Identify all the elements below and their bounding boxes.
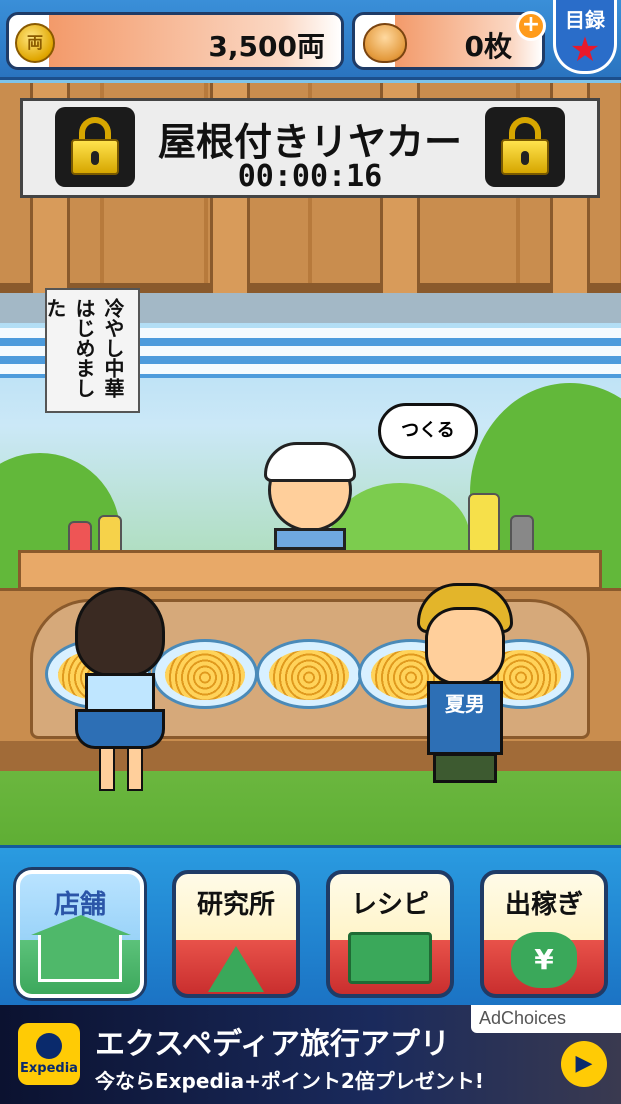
chopstick-holder <box>468 493 500 555</box>
ad-headline: エクスペディア旅行アプリ <box>95 1027 450 1062</box>
stall-sign: 屋根付きリヤカー 00:00:16 <box>20 98 600 198</box>
shop-button[interactable]: 店舗 <box>16 870 144 998</box>
chef-character[interactable] <box>262 438 358 550</box>
ad-subline: 今ならExpedia+ポイント2倍プレゼント! <box>95 1069 484 1093</box>
catalog-label: 目録 <box>565 8 605 32</box>
shop-scene: 屋根付きリヤカー 00:00:16 冷やし中華はじめました つくる 夏男 <box>0 83 621 845</box>
top-hud: 両 3,500両 0枚 + 目録 ★ <box>0 0 621 80</box>
noodle-plate[interactable] <box>256 639 362 709</box>
money-bag-icon: ¥ <box>511 932 577 988</box>
menu-banner: 冷やし中華はじめました <box>43 288 140 413</box>
money-counter: 両 3,500両 <box>6 12 344 70</box>
customer-boy: 夏男 <box>415 583 515 808</box>
ad-banner[interactable]: Expedia エクスペディア旅行アプリ 今ならExpedia+ポイント2倍プレ… <box>0 1005 621 1104</box>
play-icon[interactable]: ▶ <box>561 1041 607 1087</box>
adchoices-button[interactable]: AdChoices <box>471 1005 621 1033</box>
coin-icon: 両 <box>15 23 55 63</box>
bottom-menu: 店舗 研究所 レシピ 出稼ぎ ¥ <box>0 845 621 1005</box>
boy-shirt-text: 夏男 <box>427 681 503 755</box>
noodle-plate[interactable] <box>152 639 258 709</box>
add-tickets-button[interactable]: + <box>516 11 546 41</box>
catalog-button[interactable]: 目録 ★ <box>553 0 617 74</box>
stall-roof: 屋根付きリヤカー 00:00:16 <box>0 83 621 293</box>
lab-button[interactable]: 研究所 <box>172 870 300 998</box>
flask-icon <box>208 946 264 992</box>
star-icon: ★ <box>569 30 601 70</box>
recipe-button[interactable]: レシピ <box>326 870 454 998</box>
ticket-counter: 0枚 + <box>352 11 546 70</box>
book-icon <box>348 932 432 984</box>
ticket-value: 0枚 <box>464 30 512 63</box>
work-button[interactable]: 出稼ぎ ¥ <box>480 870 608 998</box>
customer-girl <box>75 587 165 797</box>
bun-icon <box>363 23 407 63</box>
shop-icon <box>31 915 131 982</box>
money-value: 3,500両 <box>208 30 325 63</box>
lock-icon <box>485 107 565 187</box>
cook-speech-bubble[interactable]: つくる <box>378 403 478 459</box>
expedia-logo: Expedia <box>18 1023 80 1085</box>
